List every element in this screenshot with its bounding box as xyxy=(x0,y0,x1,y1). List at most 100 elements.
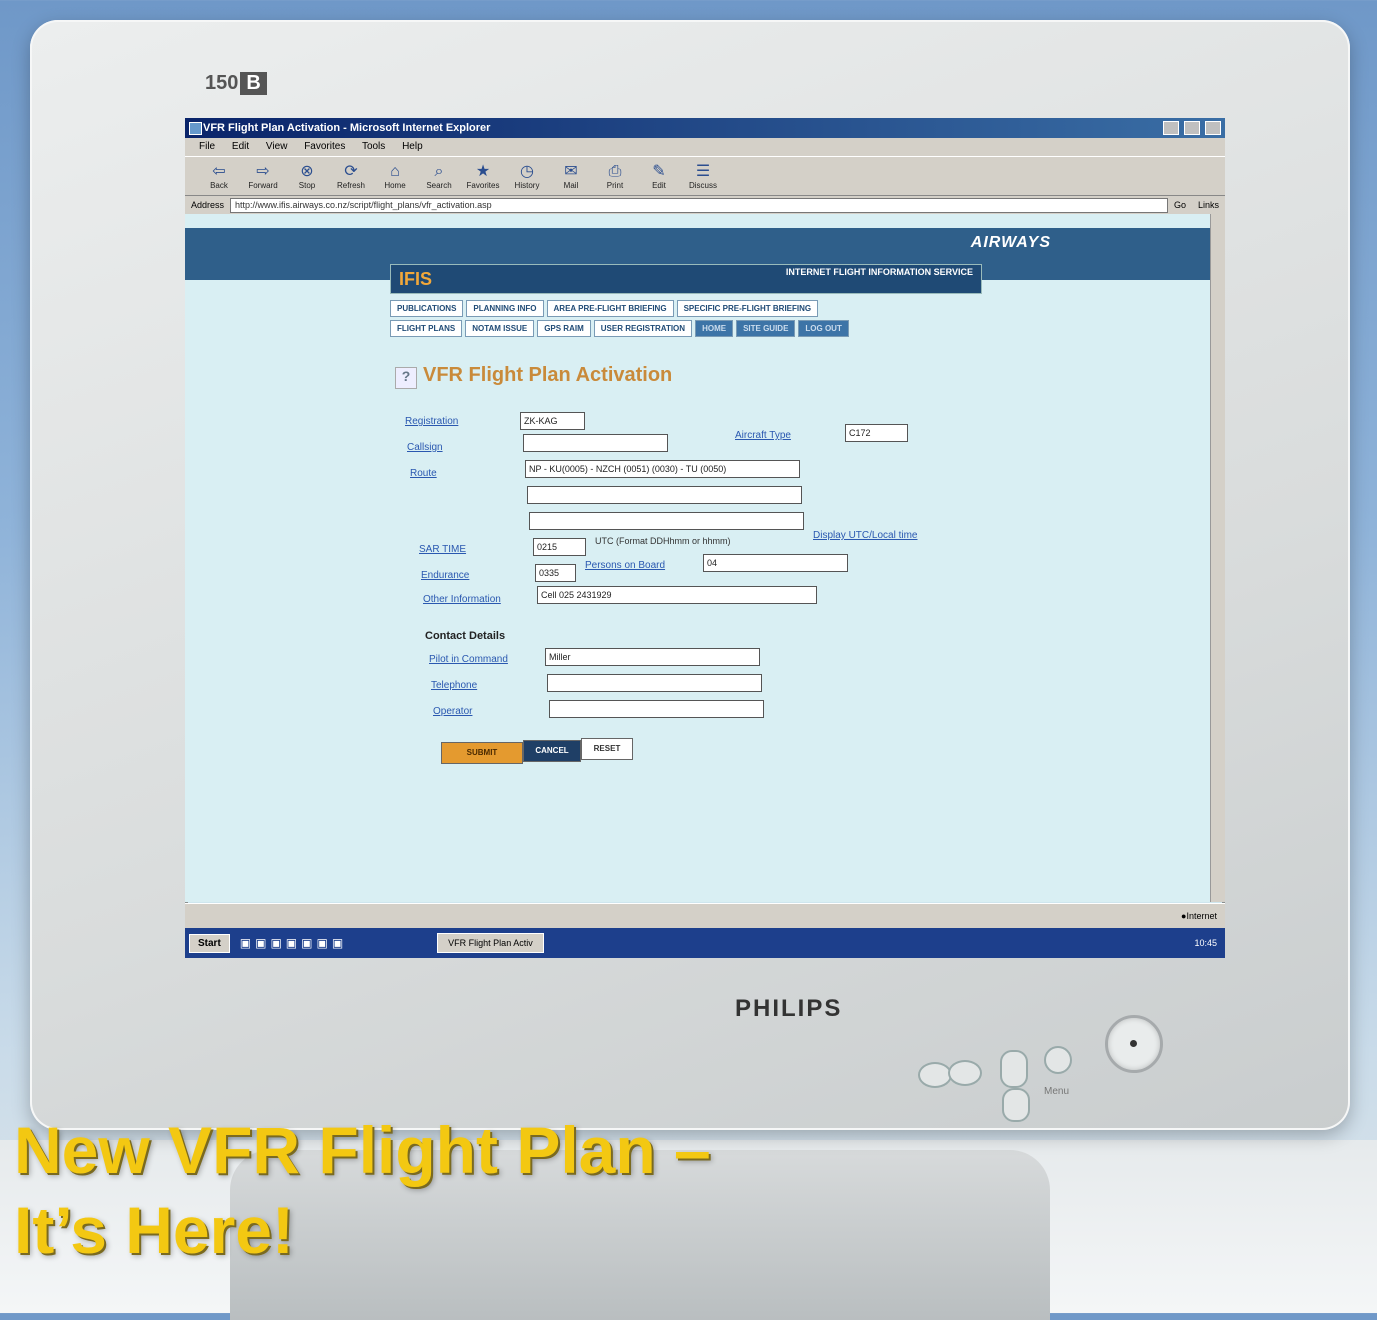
registration-label[interactable]: Registration xyxy=(405,416,458,427)
nav-row-1: PUBLICATIONS PLANNING INFO AREA PRE-FLIG… xyxy=(390,300,821,317)
sar-time-label[interactable]: SAR TIME xyxy=(419,544,466,555)
telephone-label[interactable]: Telephone xyxy=(431,680,477,691)
other-info-input[interactable]: Cell 025 2431929 xyxy=(537,586,817,604)
aircraft-type-label[interactable]: Aircraft Type xyxy=(735,430,791,441)
address-input[interactable]: http://www.ifis.airways.co.nz/script/fli… xyxy=(230,197,1168,213)
operator-input[interactable] xyxy=(549,700,764,718)
contact-details-heading: Contact Details xyxy=(425,630,506,642)
pilot-label[interactable]: Pilot in Command xyxy=(429,654,508,665)
edit-button[interactable]: ✎ Edit xyxy=(637,163,681,190)
discuss-icon: ☰ xyxy=(695,162,711,180)
menu-file[interactable]: File xyxy=(199,141,215,152)
nav-flight-plans[interactable]: FLIGHT PLANS xyxy=(390,320,463,337)
ie-icon xyxy=(189,122,202,135)
nav-publications[interactable]: PUBLICATIONS xyxy=(390,300,464,317)
left-control-button[interactable] xyxy=(918,1062,952,1088)
help-icon[interactable]: ? xyxy=(395,367,417,389)
close-button[interactable] xyxy=(1205,121,1221,135)
quick-launch-icons[interactable]: ▣▣▣▣▣▣▣ xyxy=(240,936,347,950)
sar-time-input[interactable]: 0215 xyxy=(533,538,586,556)
reset-button[interactable]: RESET xyxy=(581,738,633,760)
callsign-label[interactable]: Callsign xyxy=(407,442,443,453)
persons-label[interactable]: Persons on Board xyxy=(585,560,665,571)
route-input-1[interactable]: NP - KU(0005) - NZCH (0051) (0030) - TU … xyxy=(525,460,800,478)
home-button[interactable]: ⌂ Home xyxy=(373,163,417,190)
aircraft-type-input[interactable]: C172 xyxy=(845,424,908,442)
endurance-input[interactable]: 0335 xyxy=(535,564,576,582)
monitor-brand-logo: PHILIPS xyxy=(735,995,843,1022)
forward-button[interactable]: ⇨ Forward xyxy=(241,163,285,190)
nav-area-briefing[interactable]: AREA PRE-FLIGHT BRIEFING xyxy=(546,300,674,317)
vertical-scrollbar[interactable] xyxy=(1210,214,1225,902)
system-clock: 10:45 xyxy=(1194,938,1217,948)
favorites-icon: ★ xyxy=(475,162,491,180)
telephone-input[interactable] xyxy=(547,674,762,692)
cancel-button[interactable]: CANCEL xyxy=(523,740,581,762)
nav-home[interactable]: HOME xyxy=(695,320,734,337)
nav-user-registration[interactable]: USER REGISTRATION xyxy=(593,320,693,337)
go-button[interactable]: Go xyxy=(1168,200,1192,210)
down-control-button[interactable] xyxy=(1002,1088,1030,1122)
start-button[interactable]: Start xyxy=(189,933,230,953)
history-icon: ◷ xyxy=(520,162,534,180)
discuss-button[interactable]: ☰ Discuss xyxy=(681,163,725,190)
refresh-button[interactable]: ⟳ Refresh xyxy=(329,163,373,190)
route-input-2[interactable] xyxy=(527,486,802,504)
menu-favorites[interactable]: Favorites xyxy=(304,141,345,152)
persons-input[interactable]: 04 xyxy=(703,554,848,572)
operator-label[interactable]: Operator xyxy=(433,706,472,717)
taskbar-item-vfr[interactable]: VFR Flight Plan Activ xyxy=(437,933,544,953)
headline: New VFR Flight Plan – It’s Here! xyxy=(14,1110,711,1270)
route-input-3[interactable] xyxy=(529,512,804,530)
submit-button[interactable]: SUBMIT xyxy=(441,742,523,764)
mail-icon: ✉ xyxy=(564,162,578,180)
headline-line-2: It’s Here! xyxy=(14,1193,294,1267)
menu-control-button[interactable] xyxy=(1044,1046,1072,1074)
maximize-button[interactable] xyxy=(1183,121,1200,135)
nav-notam-issue[interactable]: NOTAM ISSUE xyxy=(465,320,535,337)
minimize-button[interactable] xyxy=(1162,121,1179,135)
route-label[interactable]: Route xyxy=(410,468,437,479)
address-bar: Address http://www.ifis.airways.co.nz/sc… xyxy=(185,196,1225,215)
headline-line-1: New VFR Flight Plan – xyxy=(14,1113,711,1187)
menu-tools[interactable]: Tools xyxy=(362,141,385,152)
callsign-input[interactable] xyxy=(523,434,668,452)
menu-button-label: Menu xyxy=(1044,1086,1070,1097)
power-button[interactable] xyxy=(1105,1015,1163,1073)
links-button[interactable]: Links xyxy=(1192,200,1225,210)
window-title: VFR Flight Plan Activation - Microsoft I… xyxy=(203,122,491,134)
pilot-input[interactable]: Miller xyxy=(545,648,760,666)
forward-arrow-icon: ⇨ xyxy=(256,162,270,180)
stop-button[interactable]: ⊗ Stop xyxy=(285,163,329,190)
window-titlebar: VFR Flight Plan Activation - Microsoft I… xyxy=(185,118,1225,138)
print-button[interactable]: ⎙ Print xyxy=(593,163,637,190)
ifis-subtitle: INTERNET FLIGHT INFORMATION SERVICE xyxy=(785,267,973,277)
mail-button[interactable]: ✉ Mail xyxy=(549,163,593,190)
taskbar: Start ▣▣▣▣▣▣▣ VFR Flight Plan Activ 10:4… xyxy=(185,928,1225,958)
favorites-button[interactable]: ★ Favorites xyxy=(461,163,505,190)
nav-gps-raim[interactable]: GPS RAIM xyxy=(537,320,591,337)
home-icon: ⌂ xyxy=(390,162,400,180)
search-button[interactable]: ⌕ Search xyxy=(417,163,461,190)
nav-log-out[interactable]: LOG OUT xyxy=(798,320,849,337)
menu-view[interactable]: View xyxy=(266,141,288,152)
nav-planning-info[interactable]: PLANNING INFO xyxy=(466,300,544,317)
nav-specific-briefing[interactable]: SPECIFIC PRE-FLIGHT BRIEFING xyxy=(676,300,819,317)
history-button[interactable]: ◷ History xyxy=(505,163,549,190)
registration-input[interactable]: ZK-KAG xyxy=(520,412,585,430)
display-utc-link[interactable]: Display UTC/Local time xyxy=(813,530,917,541)
web-page: AIRWAYS IFIS INTERNET FLIGHT INFORMATION… xyxy=(185,214,1211,902)
menu-help[interactable]: Help xyxy=(402,141,423,152)
back-button[interactable]: ⇦ Back xyxy=(197,163,241,190)
refresh-icon: ⟳ xyxy=(344,162,358,180)
nav-row-2: FLIGHT PLANS NOTAM ISSUE GPS RAIM USER R… xyxy=(390,320,852,337)
endurance-label[interactable]: Endurance xyxy=(421,570,469,581)
up-control-button[interactable] xyxy=(1000,1050,1028,1088)
other-info-label[interactable]: Other Information xyxy=(423,594,501,605)
menu-edit[interactable]: Edit xyxy=(232,141,249,152)
nav-site-guide[interactable]: SITE GUIDE xyxy=(736,320,796,337)
menu-bar: File Edit View Favorites Tools Help xyxy=(185,138,1225,156)
stop-icon: ⊗ xyxy=(300,162,314,180)
right-control-button[interactable] xyxy=(948,1060,982,1086)
address-label: Address xyxy=(191,200,225,210)
